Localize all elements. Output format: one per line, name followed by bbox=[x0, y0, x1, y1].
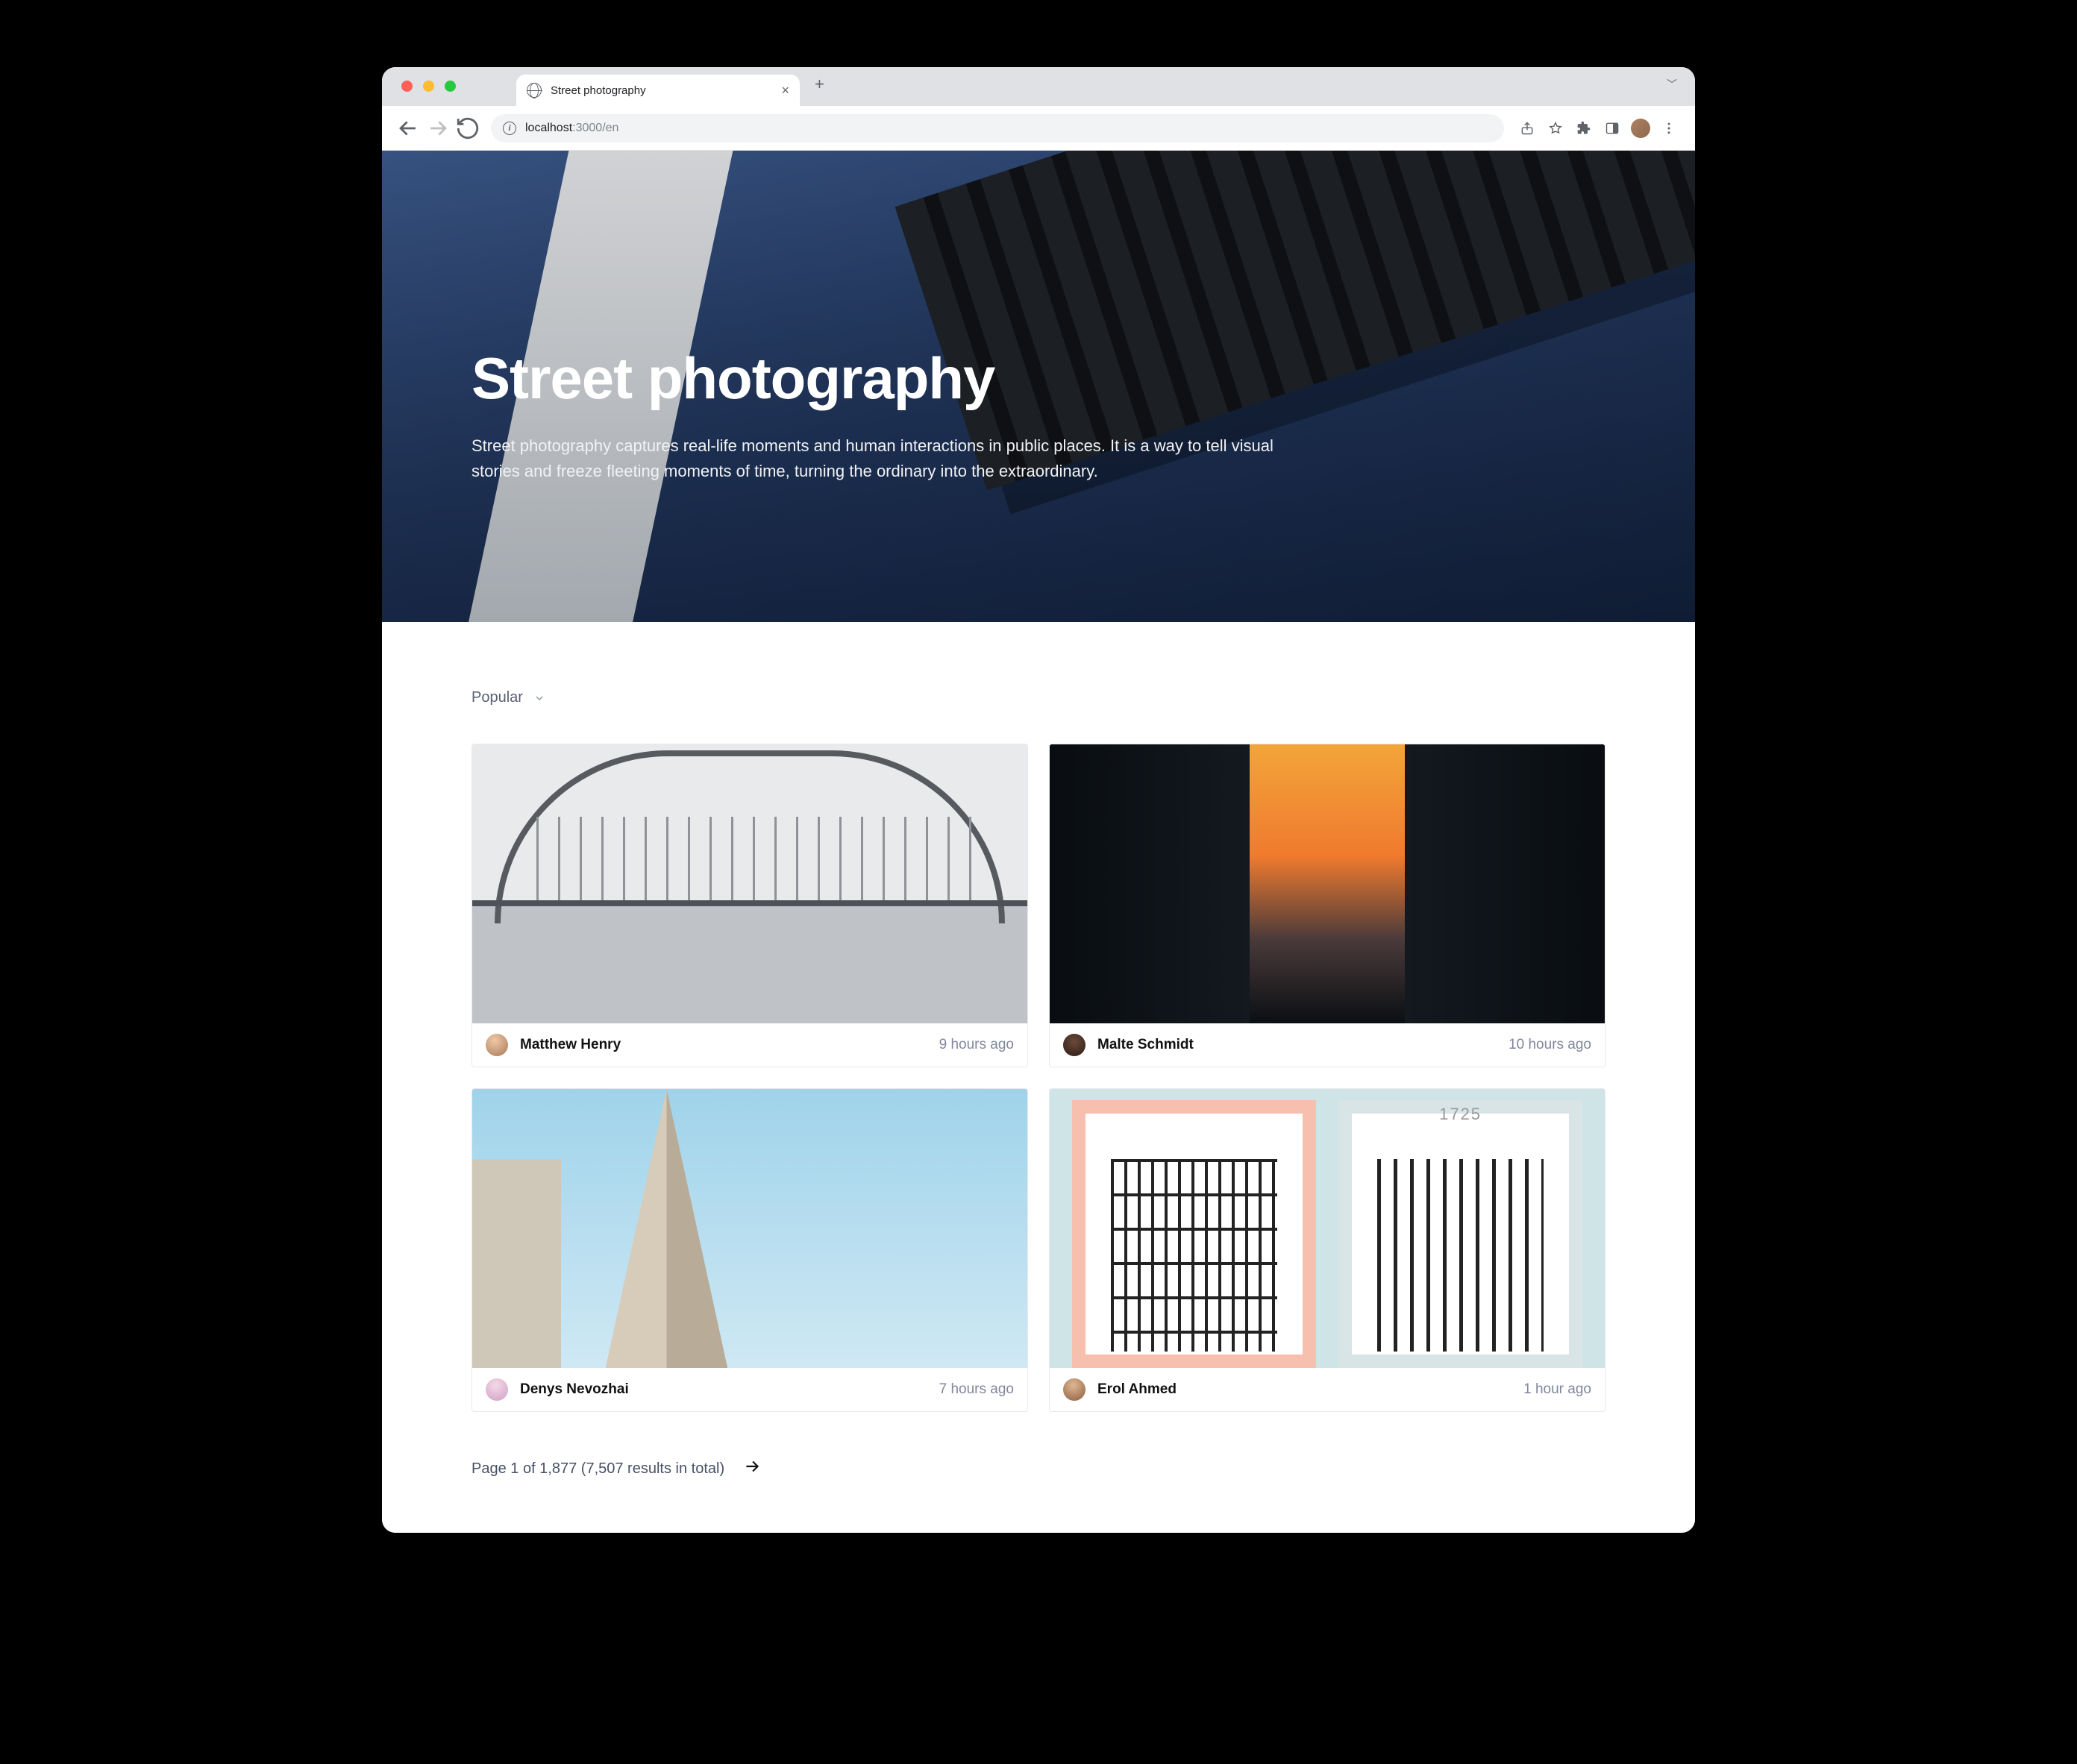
toolbar-right bbox=[1514, 116, 1682, 141]
window-zoom-button[interactable] bbox=[445, 81, 456, 92]
window-titlebar: Street photography × + ﹀ bbox=[382, 67, 1695, 106]
reload-button[interactable] bbox=[455, 116, 480, 141]
browser-toolbar: i localhost:3000/en bbox=[382, 106, 1695, 151]
posted-time: 10 hours ago bbox=[1509, 1037, 1591, 1053]
sort-dropdown[interactable]: Popular bbox=[472, 689, 1605, 706]
address-bar[interactable]: i localhost:3000/en bbox=[491, 114, 1504, 142]
author-avatar[interactable] bbox=[1063, 1034, 1086, 1056]
author-avatar[interactable] bbox=[1063, 1378, 1086, 1401]
author-name[interactable]: Malte Schmidt bbox=[1097, 1037, 1194, 1053]
window-close-button[interactable] bbox=[401, 81, 413, 92]
photo-meta: Malte Schmidt 10 hours ago bbox=[1050, 1023, 1605, 1067]
profile-avatar[interactable] bbox=[1628, 116, 1653, 141]
site-info-icon[interactable]: i bbox=[503, 122, 516, 135]
pagination-summary: Page 1 of 1,877 (7,507 results in total) bbox=[472, 1460, 724, 1478]
arrow-right-icon bbox=[742, 1457, 762, 1476]
browser-tab[interactable]: Street photography × bbox=[516, 75, 800, 106]
photo-thumbnail[interactable]: 1725 bbox=[1050, 1089, 1605, 1368]
author-avatar[interactable] bbox=[486, 1034, 508, 1056]
posted-time: 9 hours ago bbox=[939, 1037, 1014, 1053]
door-number: 1725 bbox=[1338, 1105, 1582, 1124]
page-title: Street photography bbox=[472, 345, 1315, 412]
photo-grid: Matthew Henry 9 hours ago Malte Schmidt … bbox=[472, 744, 1605, 1412]
page-description: Street photography captures real-life mo… bbox=[472, 433, 1307, 484]
window-minimize-button[interactable] bbox=[423, 81, 434, 92]
share-icon[interactable] bbox=[1514, 116, 1540, 141]
extensions-icon[interactable] bbox=[1571, 116, 1597, 141]
photo-thumbnail[interactable] bbox=[472, 1089, 1027, 1368]
globe-icon bbox=[527, 83, 542, 98]
photo-meta: Matthew Henry 9 hours ago bbox=[472, 1023, 1027, 1067]
url-host: localhost bbox=[525, 122, 572, 134]
next-page-button[interactable] bbox=[742, 1457, 762, 1481]
sort-selected-label: Popular bbox=[472, 689, 523, 706]
hero-banner: Street photography Street photography ca… bbox=[382, 151, 1695, 622]
new-tab-button[interactable]: + bbox=[815, 75, 824, 98]
tabs-overflow-button[interactable]: ﹀ bbox=[1667, 77, 1677, 96]
tab-title: Street photography bbox=[551, 84, 772, 97]
tab-close-button[interactable]: × bbox=[781, 83, 789, 98]
photo-card[interactable]: Matthew Henry 9 hours ago bbox=[472, 744, 1028, 1067]
photo-thumbnail[interactable] bbox=[472, 744, 1027, 1023]
url-text: localhost:3000/en bbox=[525, 122, 618, 135]
bookmark-star-icon[interactable] bbox=[1543, 116, 1568, 141]
photo-card[interactable]: Malte Schmidt 10 hours ago bbox=[1049, 744, 1605, 1067]
gallery-section: Popular Matthew Henry 9 hours ago bbox=[382, 622, 1695, 1533]
author-name[interactable]: Erol Ahmed bbox=[1097, 1381, 1177, 1398]
kebab-menu-icon[interactable] bbox=[1656, 116, 1682, 141]
author-name[interactable]: Denys Nevozhai bbox=[520, 1381, 629, 1398]
posted-time: 7 hours ago bbox=[939, 1381, 1014, 1398]
url-path: :3000/en bbox=[572, 122, 618, 134]
forward-button[interactable] bbox=[425, 116, 451, 141]
photo-thumbnail[interactable] bbox=[1050, 744, 1605, 1023]
browser-window: Street photography × + ﹀ i localhost:300… bbox=[382, 67, 1695, 1533]
back-button[interactable] bbox=[395, 116, 421, 141]
photo-meta: Erol Ahmed 1 hour ago bbox=[1050, 1368, 1605, 1411]
author-avatar[interactable] bbox=[486, 1378, 508, 1401]
author-name[interactable]: Matthew Henry bbox=[520, 1037, 621, 1053]
side-panel-icon[interactable] bbox=[1600, 116, 1625, 141]
photo-meta: Denys Nevozhai 7 hours ago bbox=[472, 1368, 1027, 1411]
pagination: Page 1 of 1,877 (7,507 results in total) bbox=[472, 1457, 1605, 1481]
posted-time: 1 hour ago bbox=[1523, 1381, 1591, 1398]
photo-card[interactable]: Denys Nevozhai 7 hours ago bbox=[472, 1088, 1028, 1412]
chevron-down-icon bbox=[533, 692, 545, 704]
window-controls bbox=[401, 81, 456, 92]
photo-card[interactable]: 1725 Erol Ahmed 1 hour ago bbox=[1049, 1088, 1605, 1412]
